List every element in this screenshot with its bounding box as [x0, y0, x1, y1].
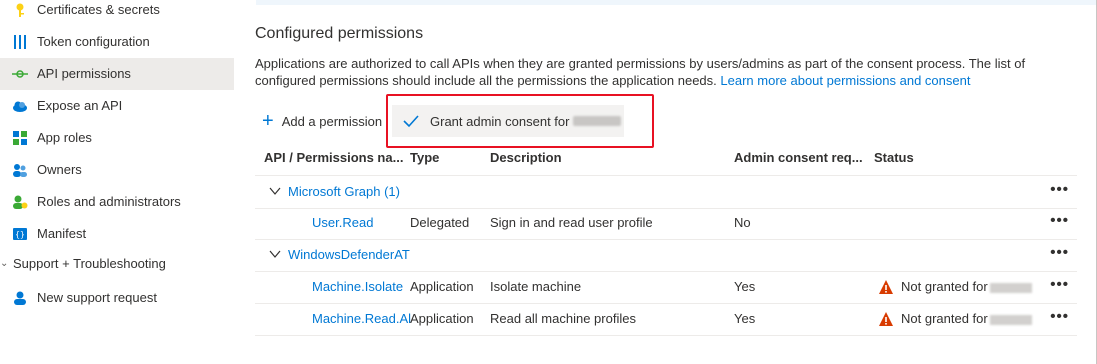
- more-options-icon[interactable]: •••: [1050, 244, 1069, 261]
- sidebar-item-label: API permissions: [37, 66, 131, 81]
- redacted-tenant-name: [989, 314, 1032, 325]
- add-permission-label: Add a permission: [281, 113, 383, 129]
- sidebar-item-api-permissions[interactable]: API permissions: [0, 58, 234, 90]
- sidebar-item-token-configuration[interactable]: Token configuration: [0, 26, 234, 58]
- permission-description: Sign in and read user profile: [490, 215, 653, 230]
- sidebar-item-expose-api[interactable]: Expose an API: [0, 90, 234, 122]
- status-text: Not granted for: [901, 279, 1032, 295]
- permission-description: Read all machine profiles: [490, 311, 636, 326]
- chevron-down-icon: [269, 250, 281, 258]
- status-label: Not granted for: [901, 311, 988, 326]
- permission-type: Delegated: [410, 215, 470, 230]
- warning-icon: [879, 312, 893, 326]
- description: Applications are authorized to call APIs…: [255, 55, 1055, 89]
- permission-name[interactable]: User.Read: [312, 215, 373, 231]
- sidebar-section-support[interactable]: ⌄ Support + Troubleshooting: [0, 248, 234, 280]
- api-permissions-icon: [12, 70, 28, 78]
- more-options-icon[interactable]: •••: [1050, 181, 1069, 198]
- cloud-icon: [13, 101, 27, 112]
- sidebar-item-new-support-request[interactable]: New support request: [0, 282, 234, 314]
- warning-icon: [879, 280, 893, 294]
- table-row[interactable]: User.Read Delegated Sign in and read use…: [255, 207, 1077, 240]
- group-name[interactable]: Microsoft Graph (1): [288, 184, 400, 200]
- plus-icon: +: [262, 110, 274, 132]
- sidebar-item-label: Manifest: [37, 226, 87, 241]
- table-row[interactable]: Machine.Read.Al Application Read all mac…: [255, 303, 1077, 336]
- highlight-annotation: [386, 94, 654, 148]
- person-role-icon: [13, 195, 28, 209]
- permission-type: Application: [410, 279, 474, 294]
- group-row-windows-defender[interactable]: WindowsDefenderAT •••: [255, 239, 1077, 272]
- table-row[interactable]: Machine.Isolate Application Isolate mach…: [255, 271, 1077, 304]
- sidebar-item-label: New support request: [37, 290, 157, 305]
- grid-icon: [13, 131, 27, 145]
- sidebar-item-label: Owners: [37, 162, 82, 177]
- sidebar-item-roles-administrators[interactable]: Roles and administrators: [0, 186, 234, 218]
- redacted-tenant-name: [989, 282, 1032, 293]
- permission-type: Application: [410, 311, 474, 326]
- permission-name[interactable]: Machine.Isolate: [312, 279, 403, 295]
- svg-text:{}: {}: [15, 230, 25, 239]
- column-header-description[interactable]: Description: [490, 150, 562, 165]
- sidebar: Certificates & secrets Token configurati…: [0, 0, 234, 364]
- group-name[interactable]: WindowsDefenderAT: [288, 247, 410, 263]
- admin-consent-required: Yes: [734, 311, 756, 326]
- chevron-down-icon: ⌄: [0, 258, 9, 269]
- admin-consent-required: No: [734, 215, 751, 230]
- more-options-icon[interactable]: •••: [1050, 308, 1069, 325]
- key-icon: [16, 3, 24, 17]
- owners-icon: [13, 164, 27, 177]
- sidebar-item-certificates[interactable]: Certificates & secrets: [0, 0, 234, 26]
- top-banner-edge: [256, 0, 1096, 5]
- sidebar-item-manifest[interactable]: {} Manifest: [0, 218, 234, 250]
- sidebar-item-label: Token configuration: [37, 34, 150, 49]
- status-label: Not granted for: [901, 279, 988, 294]
- permission-name[interactable]: Machine.Read.Al: [312, 311, 411, 327]
- permission-description: Isolate machine: [490, 279, 582, 294]
- sidebar-section-label: Support + Troubleshooting: [13, 256, 166, 271]
- sidebar-item-label: Certificates & secrets: [37, 2, 160, 17]
- sidebar-item-owners[interactable]: Owners: [0, 154, 234, 186]
- more-options-icon[interactable]: •••: [1050, 212, 1069, 229]
- status-text: Not granted for: [901, 311, 1032, 327]
- add-permission-button[interactable]: + Add a permission: [262, 105, 382, 137]
- column-header-status[interactable]: Status: [874, 150, 914, 165]
- admin-consent-required: Yes: [734, 279, 756, 294]
- sidebar-item-app-roles[interactable]: App roles: [0, 122, 234, 154]
- group-row-microsoft-graph[interactable]: Microsoft Graph (1) •••: [255, 175, 1077, 209]
- page-title: Configured permissions: [255, 25, 424, 42]
- learn-more-link[interactable]: Learn more about permissions and consent: [720, 73, 970, 88]
- sidebar-item-label: Expose an API: [37, 98, 123, 113]
- sidebar-item-label: Roles and administrators: [37, 194, 181, 209]
- manifest-icon: {}: [13, 228, 27, 240]
- column-header-type[interactable]: Type: [410, 150, 439, 165]
- column-header-admin-consent[interactable]: Admin consent req...: [734, 150, 863, 165]
- chevron-down-icon: [269, 187, 281, 195]
- column-header-api[interactable]: API / Permissions na...: [264, 150, 403, 165]
- person-support-icon: [14, 291, 26, 305]
- more-options-icon[interactable]: •••: [1050, 276, 1069, 293]
- bars-icon: [14, 35, 26, 49]
- sidebar-item-label: App roles: [37, 130, 92, 145]
